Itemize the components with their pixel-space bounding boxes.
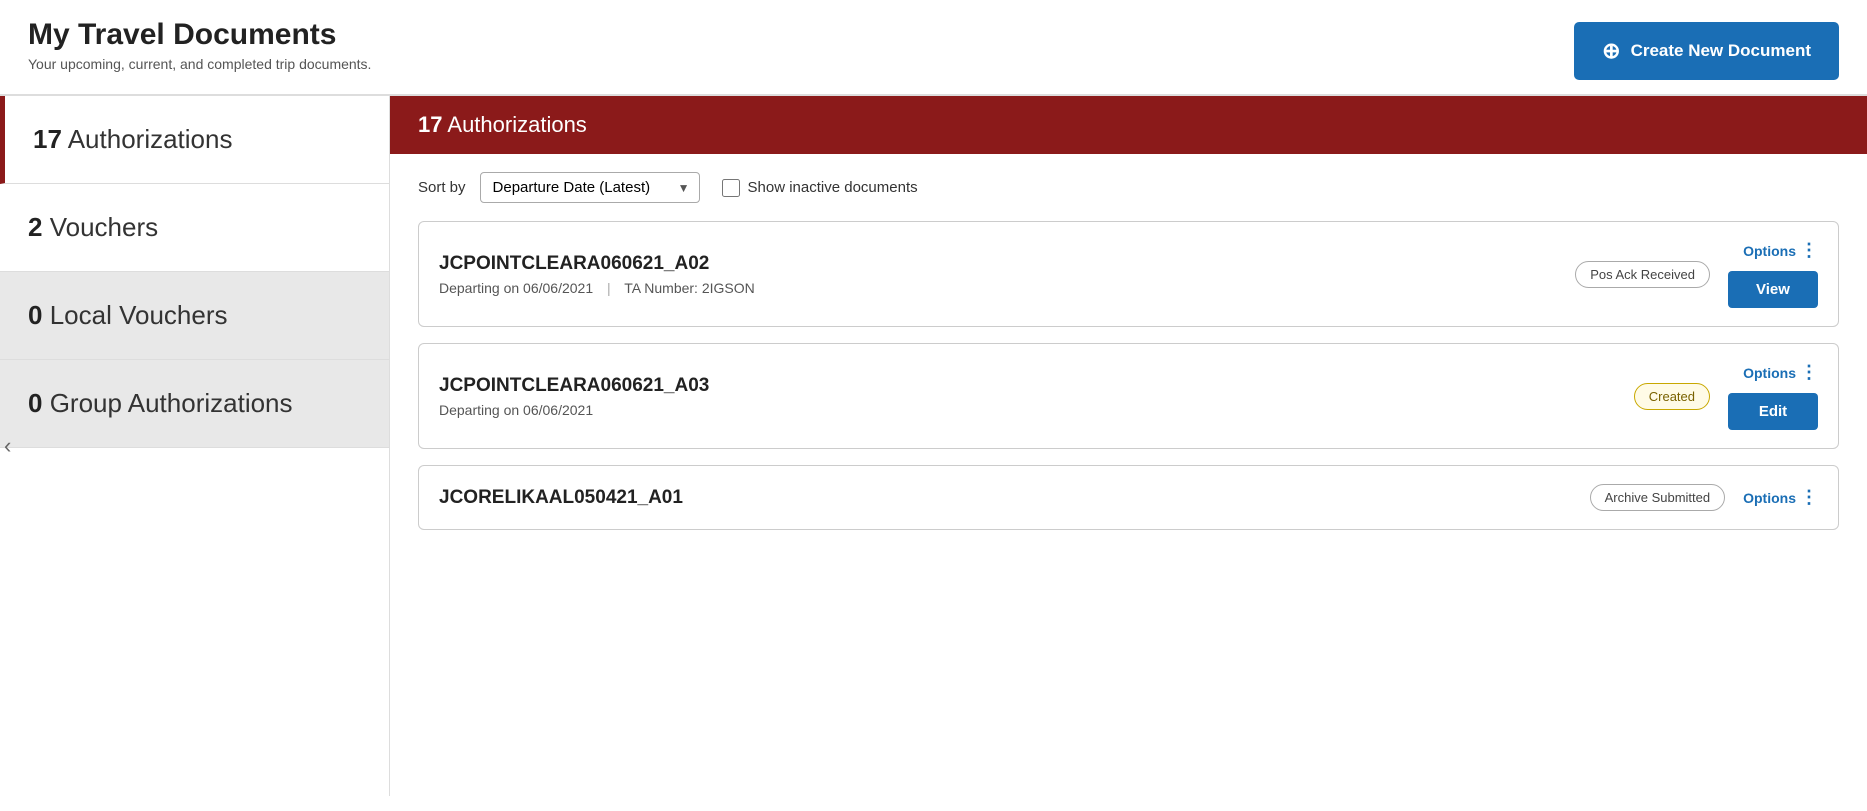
page-header: My Travel Documents Your upcoming, curre… <box>0 0 1867 96</box>
status-badge: Archive Submitted <box>1590 484 1726 511</box>
options-label: Options <box>1743 365 1796 381</box>
doc-name: JCPOINTCLEARA060621_A03 <box>439 375 1634 397</box>
authorizations-count: 17 <box>33 124 62 154</box>
plus-icon: ⊕ <box>1602 38 1620 64</box>
doc-departing: Departing on 06/06/2021 <box>439 280 593 296</box>
sidebar-prev-arrow[interactable]: ‹ <box>0 425 15 467</box>
sort-select[interactable]: Departure Date (Latest) Departure Date (… <box>480 172 700 203</box>
sort-select-wrap: Departure Date (Latest) Departure Date (… <box>480 172 700 203</box>
doc-actions: Options ⋮ Edit <box>1728 362 1818 430</box>
page-title: My Travel Documents <box>28 18 371 52</box>
page-subtitle: Your upcoming, current, and completed tr… <box>28 56 371 72</box>
doc-departing: Departing on 06/06/2021 <box>439 402 593 418</box>
sidebar-item-vouchers[interactable]: 2 Vouchers <box>0 184 389 272</box>
doc-info: JCORELIKAAL050421_A01 <box>439 487 1590 509</box>
sort-label: Sort by <box>418 179 466 196</box>
options-label: Options <box>1743 490 1796 506</box>
main-layout: ‹ 17 Authorizations 2 Vouchers 0 Local V… <box>0 96 1867 796</box>
doc-right: Archive Submitted Options ⋮ <box>1590 484 1818 511</box>
options-dots-icon: ⋮ <box>1800 240 1818 261</box>
section-header: 17 Authorizations <box>390 96 1867 154</box>
document-card: JCORELIKAAL050421_A01 Archive Submitted … <box>418 465 1839 530</box>
doc-info: JCPOINTCLEARA060621_A02 Departing on 06/… <box>439 253 1575 296</box>
sort-bar: Sort by Departure Date (Latest) Departur… <box>390 154 1867 221</box>
view-button[interactable]: View <box>1728 271 1818 308</box>
create-button-label: Create New Document <box>1631 41 1811 61</box>
doc-info: JCPOINTCLEARA060621_A03 Departing on 06/… <box>439 375 1634 418</box>
doc-right: Created Options ⋮ Edit <box>1634 362 1818 430</box>
title-block: My Travel Documents Your upcoming, curre… <box>28 18 371 72</box>
content-area: 17 Authorizations Sort by Departure Date… <box>390 96 1867 796</box>
sidebar-item-label: 0 Group Authorizations <box>28 388 293 418</box>
authorizations-label: Authorizations <box>68 124 233 154</box>
show-inactive-label[interactable]: Show inactive documents <box>748 179 918 196</box>
options-dots-icon: ⋮ <box>1800 487 1818 508</box>
create-new-document-button[interactable]: ⊕ Create New Document <box>1574 22 1839 80</box>
sidebar-item-authorizations[interactable]: 17 Authorizations <box>0 96 389 184</box>
options-link[interactable]: Options ⋮ <box>1743 362 1818 383</box>
local-vouchers-count: 0 <box>28 300 42 330</box>
options-link[interactable]: Options ⋮ <box>1743 240 1818 261</box>
options-dots-icon: ⋮ <box>1800 362 1818 383</box>
sidebar-item-label: 2 Vouchers <box>28 212 158 242</box>
status-badge: Pos Ack Received <box>1575 261 1710 288</box>
sidebar: ‹ 17 Authorizations 2 Vouchers 0 Local V… <box>0 96 390 796</box>
document-card: JCPOINTCLEARA060621_A03 Departing on 06/… <box>418 343 1839 449</box>
doc-actions: Options ⋮ <box>1743 487 1818 508</box>
sidebar-item-label: 17 Authorizations <box>33 124 232 154</box>
status-badge: Created <box>1634 383 1710 410</box>
vouchers-label: Vouchers <box>50 212 158 242</box>
doc-right: Pos Ack Received Options ⋮ View <box>1575 240 1818 308</box>
show-inactive-checkbox[interactable] <box>722 179 740 197</box>
sidebar-item-local-vouchers[interactable]: 0 Local Vouchers <box>0 272 389 360</box>
doc-ta-number: TA Number: 2IGSON <box>624 280 754 296</box>
options-link[interactable]: Options ⋮ <box>1743 487 1818 508</box>
doc-name: JCORELIKAAL050421_A01 <box>439 487 1590 509</box>
vouchers-count: 2 <box>28 212 42 242</box>
edit-button[interactable]: Edit <box>1728 393 1818 430</box>
section-count: 17 <box>418 112 442 137</box>
show-inactive-wrap: Show inactive documents <box>722 179 918 197</box>
options-label: Options <box>1743 243 1796 259</box>
sidebar-item-label: 0 Local Vouchers <box>28 300 228 330</box>
doc-meta: Departing on 06/06/2021 | TA Number: 2IG… <box>439 280 1575 296</box>
group-auth-label: Group Authorizations <box>50 388 293 418</box>
sidebar-item-group-authorizations[interactable]: 0 Group Authorizations <box>0 360 389 448</box>
document-card: JCPOINTCLEARA060621_A02 Departing on 06/… <box>418 221 1839 327</box>
meta-separator: | <box>607 280 611 296</box>
local-vouchers-label: Local Vouchers <box>50 300 228 330</box>
doc-name: JCPOINTCLEARA060621_A02 <box>439 253 1575 275</box>
section-header-label: Authorizations <box>447 112 586 137</box>
group-auth-count: 0 <box>28 388 42 418</box>
doc-actions: Options ⋮ View <box>1728 240 1818 308</box>
doc-meta: Departing on 06/06/2021 <box>439 402 1634 418</box>
